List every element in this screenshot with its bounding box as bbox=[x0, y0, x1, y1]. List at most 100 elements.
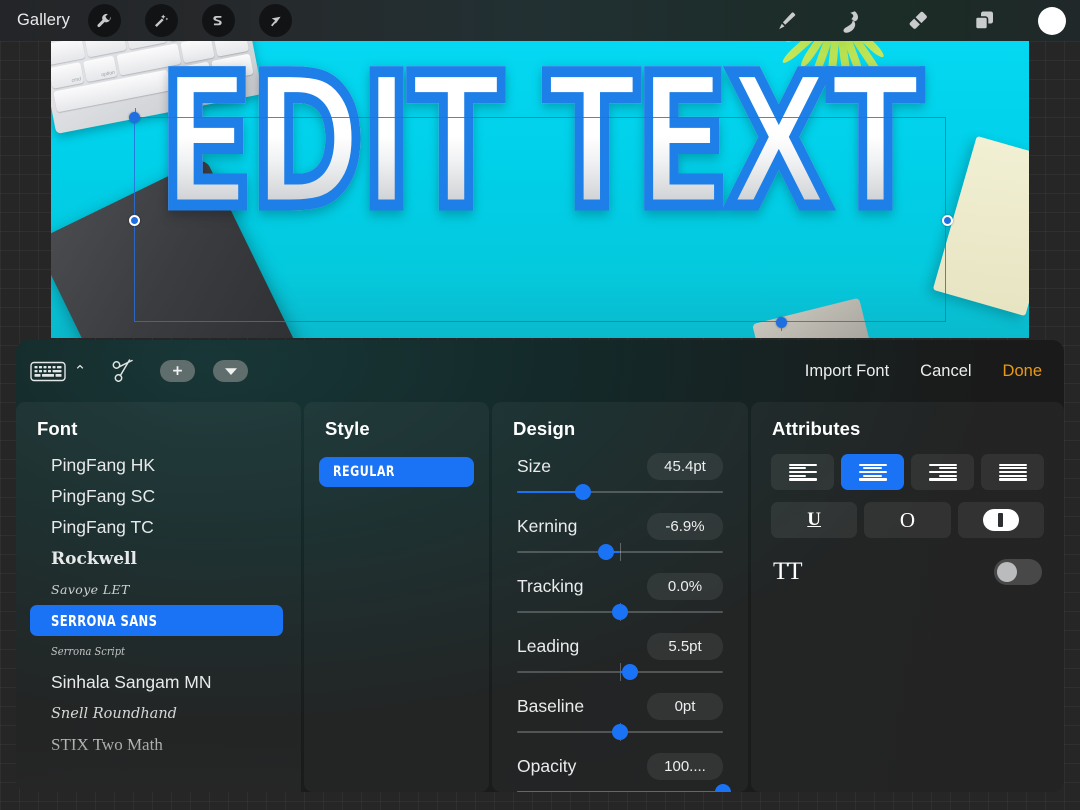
design-row: Baseline 0pt bbox=[517, 691, 723, 741]
design-row-value[interactable]: 45.4pt bbox=[647, 452, 723, 480]
keyboard-icon[interactable] bbox=[30, 360, 66, 383]
align-line bbox=[858, 478, 887, 481]
font-list-item[interactable]: STIX Two Math bbox=[30, 729, 283, 760]
smudge-icon[interactable] bbox=[839, 8, 865, 34]
design-row-value[interactable]: 0.0% bbox=[647, 572, 723, 600]
selection-handle-top-left[interactable] bbox=[129, 112, 140, 123]
text-selection-box[interactable] bbox=[129, 108, 953, 331]
capitalization-row: TT bbox=[771, 558, 1044, 586]
capitalization-toggle[interactable] bbox=[994, 559, 1042, 585]
design-row-label: Baseline bbox=[517, 695, 585, 716]
scissors-icon[interactable] bbox=[108, 356, 138, 386]
panel-header-actions: Import Font Cancel Done bbox=[774, 362, 1064, 381]
paintbrush-icon[interactable] bbox=[774, 9, 798, 33]
slider-thumb[interactable] bbox=[574, 484, 591, 500]
attributes-column-title: Attributes bbox=[772, 418, 861, 439]
toggle-knob bbox=[997, 562, 1017, 582]
attributes-body: UO TT bbox=[751, 440, 1064, 586]
design-row: Opacity 100.... bbox=[517, 751, 731, 792]
arrow-icon[interactable] bbox=[258, 4, 292, 37]
align-right-icon[interactable] bbox=[911, 454, 974, 490]
chevron-down-icon[interactable] bbox=[213, 360, 248, 382]
selection-handle-middle-right[interactable] bbox=[942, 215, 953, 226]
font-list-item-label: Serrona Script bbox=[51, 645, 126, 658]
slider-thumb[interactable] bbox=[597, 544, 614, 560]
design-row: Tracking 0.0% bbox=[517, 571, 723, 621]
design-row-header: Tracking 0.0% bbox=[517, 571, 723, 601]
design-row-label: Kerning bbox=[517, 515, 578, 536]
top-toolbar: Gallery bbox=[0, 0, 1080, 41]
design-row-slider[interactable] bbox=[517, 603, 723, 621]
design-row-value[interactable]: 100.... bbox=[647, 752, 723, 780]
font-list-item[interactable]: Snell Roundhand bbox=[30, 698, 283, 729]
gallery-button[interactable]: Gallery bbox=[17, 11, 70, 30]
selection-handle-bottom[interactable] bbox=[776, 317, 787, 328]
underline-icon[interactable]: U bbox=[771, 502, 858, 538]
design-row: Kerning -6.9% bbox=[517, 511, 723, 561]
font-list-item-label: SERRONA SANS bbox=[51, 611, 158, 630]
color-swatch[interactable] bbox=[1038, 6, 1066, 35]
style-list-item[interactable]: REGULAR bbox=[319, 457, 474, 487]
font-list-item[interactable]: Sinhala Sangam MN bbox=[30, 667, 283, 698]
design-column-title: Design bbox=[513, 418, 576, 439]
align-line bbox=[998, 470, 1027, 474]
chevron-up-icon[interactable]: ⌃ bbox=[70, 362, 90, 380]
panel-header: ⌃ Import Font Cancel Done bbox=[16, 340, 1064, 402]
design-row-value[interactable]: 5.5pt bbox=[647, 632, 723, 660]
design-row-label: Leading bbox=[517, 635, 580, 656]
font-list-item[interactable]: PingFang SC bbox=[30, 481, 283, 512]
font-column-title: Font bbox=[37, 418, 78, 439]
font-list-item[interactable]: SERRONA SANS bbox=[30, 605, 283, 636]
font-list-item-label: PingFang HK bbox=[51, 455, 156, 475]
align-justify-icon[interactable] bbox=[981, 454, 1044, 490]
design-row-header: Opacity 100.... bbox=[517, 751, 723, 781]
design-sliders: Size 45.4pt Kerning -6.9% Tracking 0.0% Leadin… bbox=[492, 451, 748, 792]
plant-photo-element bbox=[734, 41, 934, 95]
design-row: Leading 5.5pt bbox=[517, 631, 723, 681]
design-row-slider[interactable] bbox=[517, 723, 723, 741]
slider-thumb[interactable] bbox=[622, 664, 639, 680]
font-list-item[interactable]: PingFang HK bbox=[30, 450, 283, 481]
align-left-icon[interactable] bbox=[771, 454, 834, 490]
font-list-item[interactable]: Savoye LET bbox=[30, 574, 283, 605]
design-row-label: Opacity bbox=[517, 755, 577, 776]
s-curve-icon[interactable] bbox=[201, 4, 235, 37]
align-center-icon[interactable] bbox=[841, 454, 904, 490]
magic-wand-icon[interactable] bbox=[144, 4, 178, 37]
design-row-label: Size bbox=[517, 455, 552, 476]
design-row-slider[interactable] bbox=[517, 483, 723, 501]
alignment-button-group bbox=[771, 454, 1044, 490]
design-row-value[interactable]: -6.9% bbox=[647, 512, 723, 540]
import-font-button[interactable]: Import Font bbox=[805, 362, 889, 381]
design-row-label: Tracking bbox=[517, 575, 584, 596]
design-row-slider[interactable] bbox=[517, 663, 723, 681]
design-row-slider[interactable] bbox=[517, 543, 723, 561]
cancel-button[interactable]: Cancel bbox=[920, 362, 971, 381]
style-column-title: Style bbox=[325, 418, 370, 439]
slider-thumb[interactable] bbox=[612, 604, 628, 620]
outline-icon[interactable]: O bbox=[864, 502, 951, 538]
selection-handle-middle-left[interactable] bbox=[129, 215, 140, 226]
fill-pill-icon[interactable] bbox=[957, 502, 1044, 538]
font-list[interactable]: PingFang HK PingFang SC PingFang TC Rockwel… bbox=[16, 450, 301, 760]
align-line bbox=[788, 470, 817, 474]
fill-pill-bar bbox=[998, 513, 1004, 527]
add-font-button[interactable] bbox=[160, 360, 195, 382]
align-line bbox=[939, 474, 957, 477]
font-list-item[interactable]: Rockwell bbox=[30, 543, 283, 574]
slider-thumb[interactable] bbox=[715, 784, 731, 792]
eraser-icon[interactable] bbox=[906, 8, 931, 33]
font-list-item[interactable]: PingFang TC bbox=[30, 512, 283, 543]
align-line bbox=[998, 478, 1027, 481]
design-row-slider[interactable] bbox=[517, 783, 731, 792]
align-line bbox=[788, 474, 806, 477]
design-row-header: Kerning -6.9% bbox=[517, 511, 723, 541]
font-list-item-label: PingFang SC bbox=[51, 486, 156, 506]
design-row-value[interactable]: 0pt bbox=[647, 692, 723, 720]
font-list-item[interactable]: Serrona Script bbox=[30, 636, 283, 667]
layers-icon[interactable] bbox=[972, 8, 997, 33]
wrench-icon[interactable] bbox=[87, 4, 121, 37]
done-button[interactable]: Done bbox=[1003, 362, 1042, 381]
style-list[interactable]: REGULAR bbox=[304, 457, 489, 487]
slider-thumb[interactable] bbox=[612, 724, 628, 740]
